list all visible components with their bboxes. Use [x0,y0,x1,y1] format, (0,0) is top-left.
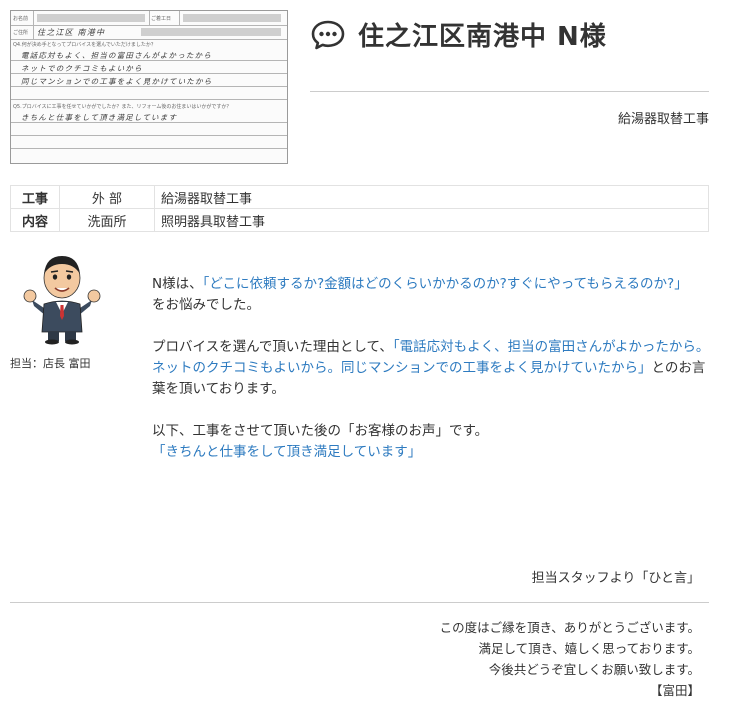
paragraph-reasons: プロバイスを選んで頂いた理由として、「電話応対もよく、担当の富田さんがよかったか… [152,337,712,400]
work-item: 給湯器取替工事 [154,185,709,209]
address-label: ご住所 [13,30,29,36]
paragraph-concerns: N様は、「どこに依頼するか?金額はどのくらいかかるのか?すぐにやってもらえるのか… [152,274,712,316]
header-divider [310,91,709,92]
message-line-2: 満足して頂き、嬉しく思っております。 [478,641,700,656]
footer-divider [10,602,709,603]
date-label: ご着工日 [151,16,172,22]
p3-line: 以下、工事をさせて頂いた後の「お客様のお声」です。 [152,423,489,439]
q4-label: Q4.何が決め手となってプロバイスを選んでいただけましたか？ [13,42,156,48]
name-label: お名前 [13,16,29,22]
staff-message: この度はご縁を頂き、ありがとうございます。 満足して頂き、嬉しく思っております。… [440,617,700,701]
work-content-table: 工事 外 部 給湯器取替工事 内容 洗面所 照明器具取替工事 [10,185,709,232]
work-label-top: 工事 [10,185,60,209]
work-location: 外 部 [59,185,155,209]
message-signature: 【富田】 [649,683,700,698]
p1-post: をお悩みでした。 [152,297,260,313]
redacted-address [141,28,281,36]
staff-comment-heading: 担当スタッフより「ひと言」 [531,571,700,586]
message-line-1: この度はご縁を頂き、ありがとうございます。 [439,620,700,635]
review-body: N様は、「どこに依頼するか?金額はどのくらいかかるのか?すぐにやってもらえるのか… [152,274,712,484]
q4-answer-line-1: 電話応対もよく、担当の富田さんがよかったから [21,51,213,60]
p1-pre: N様は、 [152,276,203,292]
p1-quote: 「どこに依頼するか?金額はどのくらいかかるのか?すぐにやってもらえるのか?」 [202,276,688,292]
p3-quote: 「きちんと仕事をして頂き満足しています」 [152,444,422,460]
staff-caption: 担当：店長 富田 [10,357,91,370]
redacted-date [183,14,281,22]
q5-answer-line-1: きちんと仕事をして頂き満足しています [21,113,178,122]
page-header: 住之江区南港中 N様 [310,12,607,56]
page-title: 住之江区南港中 N様 [358,21,607,52]
paragraph-voice: 以下、工事をさせて頂いた後の「お客様のお声」です。 「きちんと仕事をして頂き満足… [152,421,712,463]
work-subtitle: 給湯器取替工事 [617,112,709,127]
work-label-bottom: 内容 [10,208,60,232]
message-line-3: 今後共どうぞ宜しくお願い致します。 [488,662,700,677]
redacted-name [37,14,145,22]
address-handwritten: 住之江区 南港中 [37,28,106,37]
q5-label: Q5.プロバイスに工事を任せていかがでしたか？また、リフォーム後のお住まいはいか… [13,104,232,110]
work-item: 照明器具取替工事 [154,208,709,232]
q4-answer-line-2: ネットでのクチコミもよいから [21,64,143,73]
staff-avatar [23,256,101,345]
q4-answer-line-3: 同じマンションでの工事をよく見かけていたから [21,77,213,86]
speech-bubble-icon [311,20,345,50]
p2-pre: プロバイスを選んで頂いた理由として、 [152,339,393,355]
customer-questionnaire-scan: お名前 ご着工日 ご住所 住之江区 南港中 Q4.何が決め手となってプロバイスを… [10,10,288,164]
table-row: 内容 洗面所 照明器具取替工事 [10,208,709,232]
table-row: 工事 外 部 給湯器取替工事 [10,185,709,209]
work-location: 洗面所 [59,208,155,232]
